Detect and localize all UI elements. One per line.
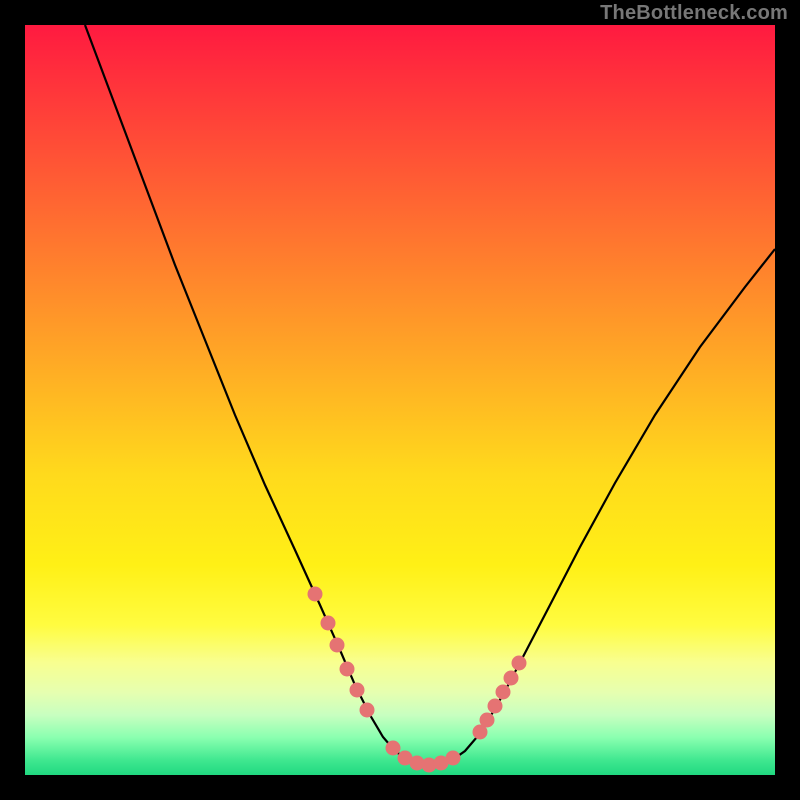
- chart-stage: TheBottleneck.com: [0, 0, 800, 800]
- data-marker: [512, 656, 527, 671]
- data-marker: [330, 638, 345, 653]
- plot-area: [25, 25, 775, 775]
- markers-group: [308, 587, 527, 773]
- data-marker: [321, 616, 336, 631]
- data-marker: [504, 671, 519, 686]
- overlay-svg: [25, 25, 775, 775]
- curve-right: [425, 249, 775, 765]
- data-marker: [480, 713, 495, 728]
- data-marker: [386, 741, 401, 756]
- data-marker: [488, 699, 503, 714]
- data-marker: [308, 587, 323, 602]
- data-marker: [446, 751, 461, 766]
- data-marker: [340, 662, 355, 677]
- watermark-text: TheBottleneck.com: [600, 2, 788, 25]
- curve-left: [85, 25, 425, 765]
- data-marker: [496, 685, 511, 700]
- data-marker: [350, 683, 365, 698]
- data-marker: [360, 703, 375, 718]
